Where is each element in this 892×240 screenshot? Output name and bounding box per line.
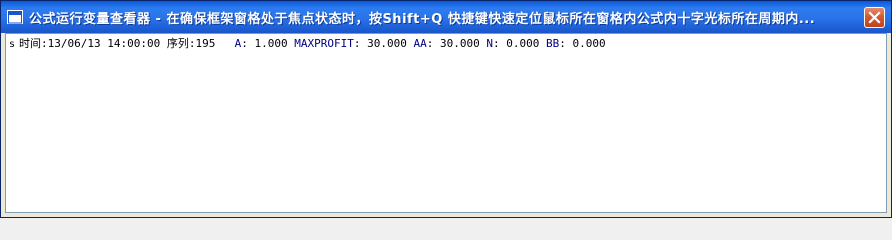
window-icon [7, 10, 23, 24]
time-label: 时间: [19, 37, 48, 50]
close-icon [868, 11, 881, 24]
variable-row: s 时间:13/06/13 14:00:00 序列:195 A: 1.000 MA… [9, 37, 606, 51]
var-value: 0.000 [572, 37, 606, 50]
title-bar[interactable]: 公式运行变量查看器 - 在确保框架窗格处于焦点状态时，按Shift+Q 快捷键快… [1, 1, 891, 33]
time-value: 13/06/13 14:00:00 [47, 37, 161, 50]
var-name: BB [545, 37, 560, 50]
window-title: 公式运行变量查看器 - 在确保框架窗格处于焦点状态时，按Shift+Q 快捷键快… [29, 12, 816, 27]
var-name: AA [413, 37, 427, 50]
var-name: MAXPROFIT [294, 37, 354, 50]
seq-label: 序列: [166, 37, 196, 50]
close-button[interactable] [864, 7, 885, 28]
seq-value: 195 [195, 37, 216, 50]
var-value: 0.000 [506, 37, 540, 50]
row-marker: s [9, 39, 16, 50]
variable-viewer-window: 公式运行变量查看器 - 在确保框架窗格处于焦点状态时，按Shift+Q 快捷键快… [0, 0, 892, 218]
output-pane[interactable]: s 时间:13/06/13 14:00:00 序列:195 A: 1.000 MA… [5, 33, 887, 213]
var-value: 30.000 [367, 37, 407, 50]
var-value: 1.000 [254, 37, 288, 50]
var-name: A [234, 37, 242, 50]
var-value: 30.000 [439, 37, 480, 50]
var-name: N [486, 37, 493, 50]
